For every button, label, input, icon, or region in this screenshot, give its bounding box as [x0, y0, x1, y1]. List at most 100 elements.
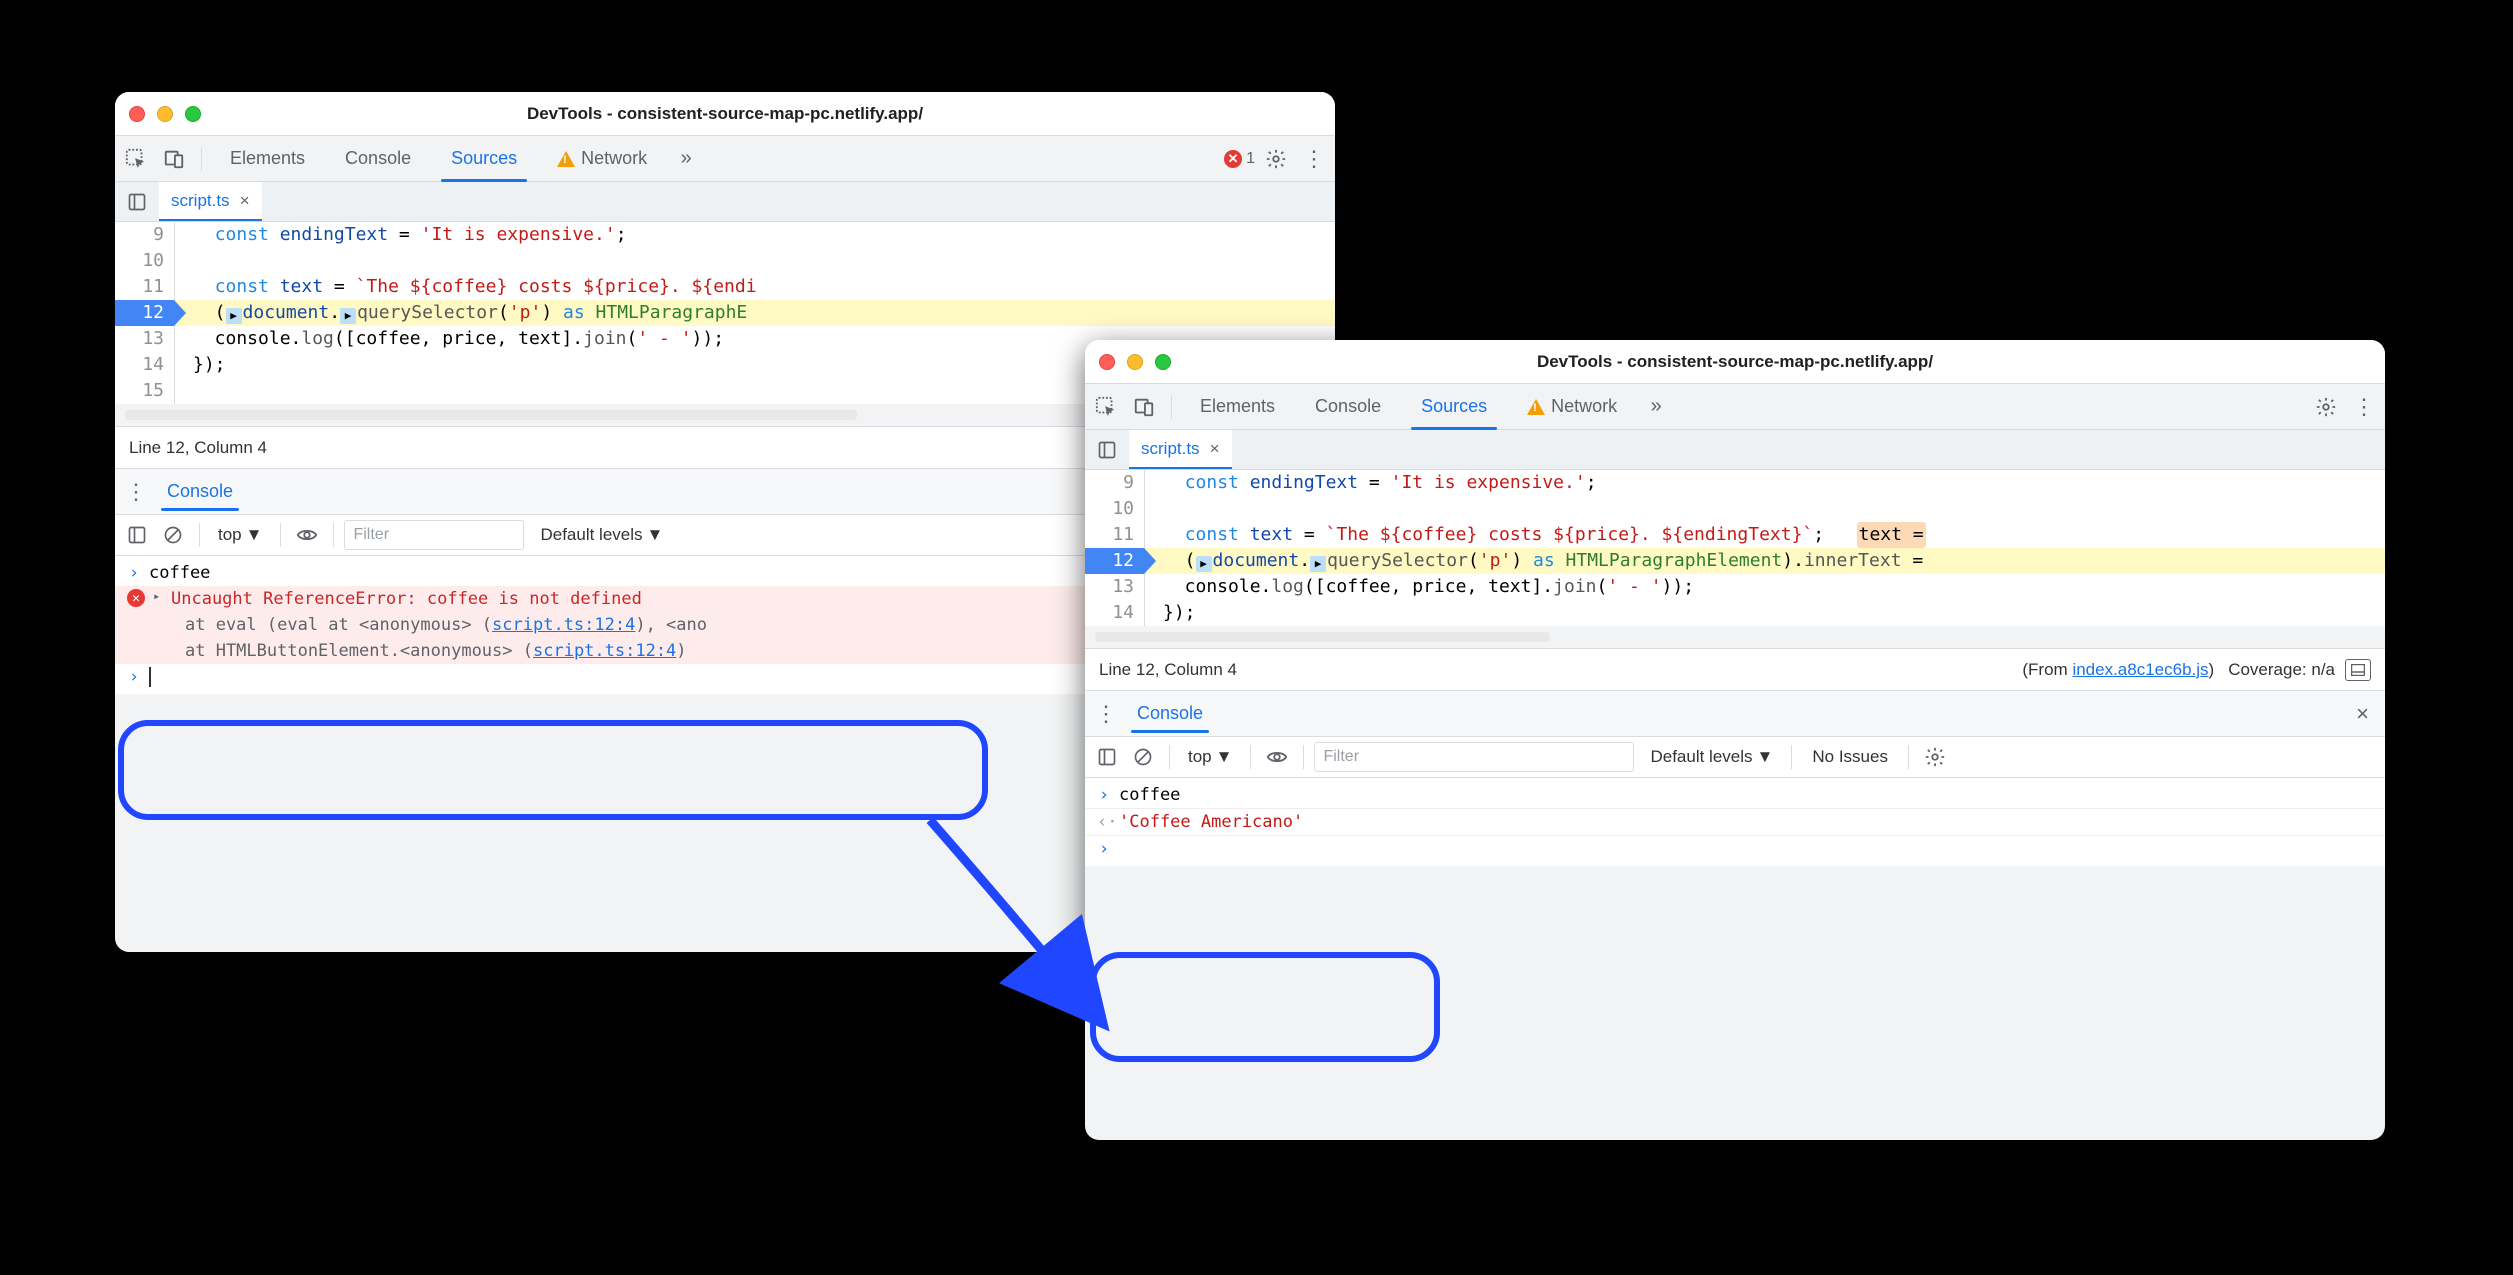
device-toggle-icon[interactable] [157, 142, 191, 176]
clear-console-icon[interactable] [157, 519, 189, 551]
kebab-menu-icon[interactable]: ⋮ [1089, 697, 1123, 731]
line-number[interactable]: 13 [1085, 574, 1145, 600]
horizontal-scrollbar[interactable] [1095, 632, 1550, 642]
source-link[interactable]: script.ts:12:4 [492, 615, 635, 635]
line-number[interactable]: 14 [1085, 600, 1145, 626]
code-content[interactable] [175, 248, 1335, 274]
code-line[interactable]: 9 const endingText = 'It is expensive.'; [115, 222, 1335, 248]
line-number[interactable]: 11 [115, 274, 175, 300]
code-content[interactable]: (▶document.▶querySelector('p') as HTMLPa… [175, 300, 1335, 326]
console-prompt-row[interactable]: › [1085, 835, 2385, 862]
drawer-tab-console[interactable]: Console [153, 469, 247, 514]
source-link[interactable]: script.ts:12:4 [533, 641, 676, 661]
zoom-window-button[interactable] [185, 106, 201, 122]
line-number[interactable]: 11 [1085, 522, 1145, 548]
tab-sources[interactable]: Sources [1403, 384, 1505, 429]
coverage-toggle-icon[interactable] [2345, 659, 2371, 681]
file-tab-script[interactable]: script.ts × [1129, 430, 1232, 469]
expand-icon[interactable]: ▸ [153, 589, 163, 603]
code-content[interactable]: console.log([coffee, price, text].join('… [1145, 574, 2385, 600]
line-number[interactable]: 14 [115, 352, 175, 378]
cursor-position: Line 12, Column 4 [129, 438, 267, 458]
code-content[interactable]: const endingText = 'It is expensive.'; [175, 222, 1335, 248]
code-content[interactable] [1145, 496, 2385, 522]
settings-gear-icon[interactable] [2309, 390, 2343, 424]
close-icon[interactable]: × [240, 191, 250, 211]
code-line[interactable]: 14}); [1085, 600, 2385, 626]
horizontal-scrollbar[interactable] [125, 410, 857, 420]
code-content[interactable]: const endingText = 'It is expensive.'; [1145, 470, 2385, 496]
log-level-selector[interactable]: Default levels ▼ [532, 525, 671, 545]
more-tabs-button[interactable]: » [1639, 390, 1673, 424]
issues-label[interactable]: No Issues [1802, 747, 1898, 767]
log-level-selector[interactable]: Default levels ▼ [1642, 747, 1781, 767]
tab-elements[interactable]: Elements [212, 136, 323, 181]
code-line[interactable]: 11 const text = `The ${coffee} costs ${p… [115, 274, 1335, 300]
code-content[interactable]: (▶document.▶querySelector('p') as HTMLPa… [1145, 548, 2385, 574]
kebab-menu-icon[interactable]: ⋮ [119, 475, 153, 509]
kebab-menu-icon[interactable]: ⋮ [1297, 142, 1331, 176]
tab-network-label: Network [1551, 396, 1617, 417]
clear-console-icon[interactable] [1127, 741, 1159, 773]
line-number[interactable]: 12 [1085, 548, 1145, 574]
code-line[interactable]: 11 const text = `The ${coffee} costs ${p… [1085, 522, 2385, 548]
minimize-window-button[interactable] [1127, 354, 1143, 370]
line-number[interactable]: 12 [115, 300, 175, 326]
inspect-element-icon[interactable] [119, 142, 153, 176]
tab-elements[interactable]: Elements [1182, 384, 1293, 429]
line-number[interactable]: 10 [1085, 496, 1145, 522]
kebab-menu-icon[interactable]: ⋮ [2347, 390, 2381, 424]
sourcemap-from: (From index.a8c1ec6b.js) [2022, 660, 2214, 680]
devtools-tabstrip: Elements Console Sources Network » ⋮ [1085, 384, 2385, 430]
live-expression-icon[interactable] [291, 519, 323, 551]
console-output[interactable]: › coffee ‹⋅ 'Coffee Americano' › [1085, 778, 2385, 866]
device-toggle-icon[interactable] [1127, 390, 1161, 424]
close-window-button[interactable] [129, 106, 145, 122]
line-number[interactable]: 9 [115, 222, 175, 248]
close-drawer-icon[interactable]: × [2344, 701, 2381, 727]
file-tab-script[interactable]: script.ts × [159, 182, 262, 221]
context-selector[interactable]: top ▼ [210, 525, 270, 545]
warning-icon [557, 151, 575, 167]
code-content[interactable]: const text = `The ${coffee} costs ${pric… [1145, 522, 2385, 548]
navigator-toggle-icon[interactable] [121, 186, 153, 218]
tab-console[interactable]: Console [1297, 384, 1399, 429]
console-input-row: › coffee [1085, 782, 2385, 808]
code-line[interactable]: 10 [1085, 496, 2385, 522]
line-number[interactable]: 9 [1085, 470, 1145, 496]
navigator-toggle-icon[interactable] [1091, 434, 1123, 466]
context-selector[interactable]: top ▼ [1180, 747, 1240, 767]
code-line[interactable]: 12 (▶document.▶querySelector('p') as HTM… [1085, 548, 2385, 574]
more-tabs-button[interactable]: » [669, 142, 703, 176]
code-content[interactable]: const text = `The ${coffee} costs ${pric… [175, 274, 1335, 300]
console-settings-gear-icon[interactable] [1919, 741, 1951, 773]
sourcemap-link[interactable]: index.a8c1ec6b.js [2072, 660, 2208, 679]
sidebar-toggle-icon[interactable] [1091, 741, 1123, 773]
line-number[interactable]: 10 [115, 248, 175, 274]
sidebar-toggle-icon[interactable] [121, 519, 153, 551]
drawer-tab-console[interactable]: Console [1123, 691, 1217, 736]
close-window-button[interactable] [1099, 354, 1115, 370]
zoom-window-button[interactable] [1155, 354, 1171, 370]
minimize-window-button[interactable] [157, 106, 173, 122]
inspect-element-icon[interactable] [1089, 390, 1123, 424]
line-number[interactable]: 13 [115, 326, 175, 352]
code-content[interactable]: }); [1145, 600, 2385, 626]
error-count-badge[interactable]: ✕ 1 [1224, 150, 1255, 168]
code-line[interactable]: 9 const endingText = 'It is expensive.'; [1085, 470, 2385, 496]
code-editor[interactable]: 9 const endingText = 'It is expensive.';… [1085, 470, 2385, 626]
code-line[interactable]: 12 (▶document.▶querySelector('p') as HTM… [115, 300, 1335, 326]
settings-gear-icon[interactable] [1259, 142, 1293, 176]
console-filter-input[interactable]: Filter [1314, 742, 1634, 772]
code-line[interactable]: 10 [115, 248, 1335, 274]
tab-network[interactable]: Network [1509, 384, 1635, 429]
line-number[interactable]: 15 [115, 378, 175, 404]
console-filter-input[interactable]: Filter [344, 520, 524, 550]
live-expression-icon[interactable] [1261, 741, 1293, 773]
close-icon[interactable]: × [1210, 439, 1220, 459]
tab-sources[interactable]: Sources [433, 136, 535, 181]
tab-network[interactable]: Network [539, 136, 665, 181]
code-line[interactable]: 13 console.log([coffee, price, text].joi… [1085, 574, 2385, 600]
prompt-icon: › [127, 563, 141, 583]
tab-console[interactable]: Console [327, 136, 429, 181]
